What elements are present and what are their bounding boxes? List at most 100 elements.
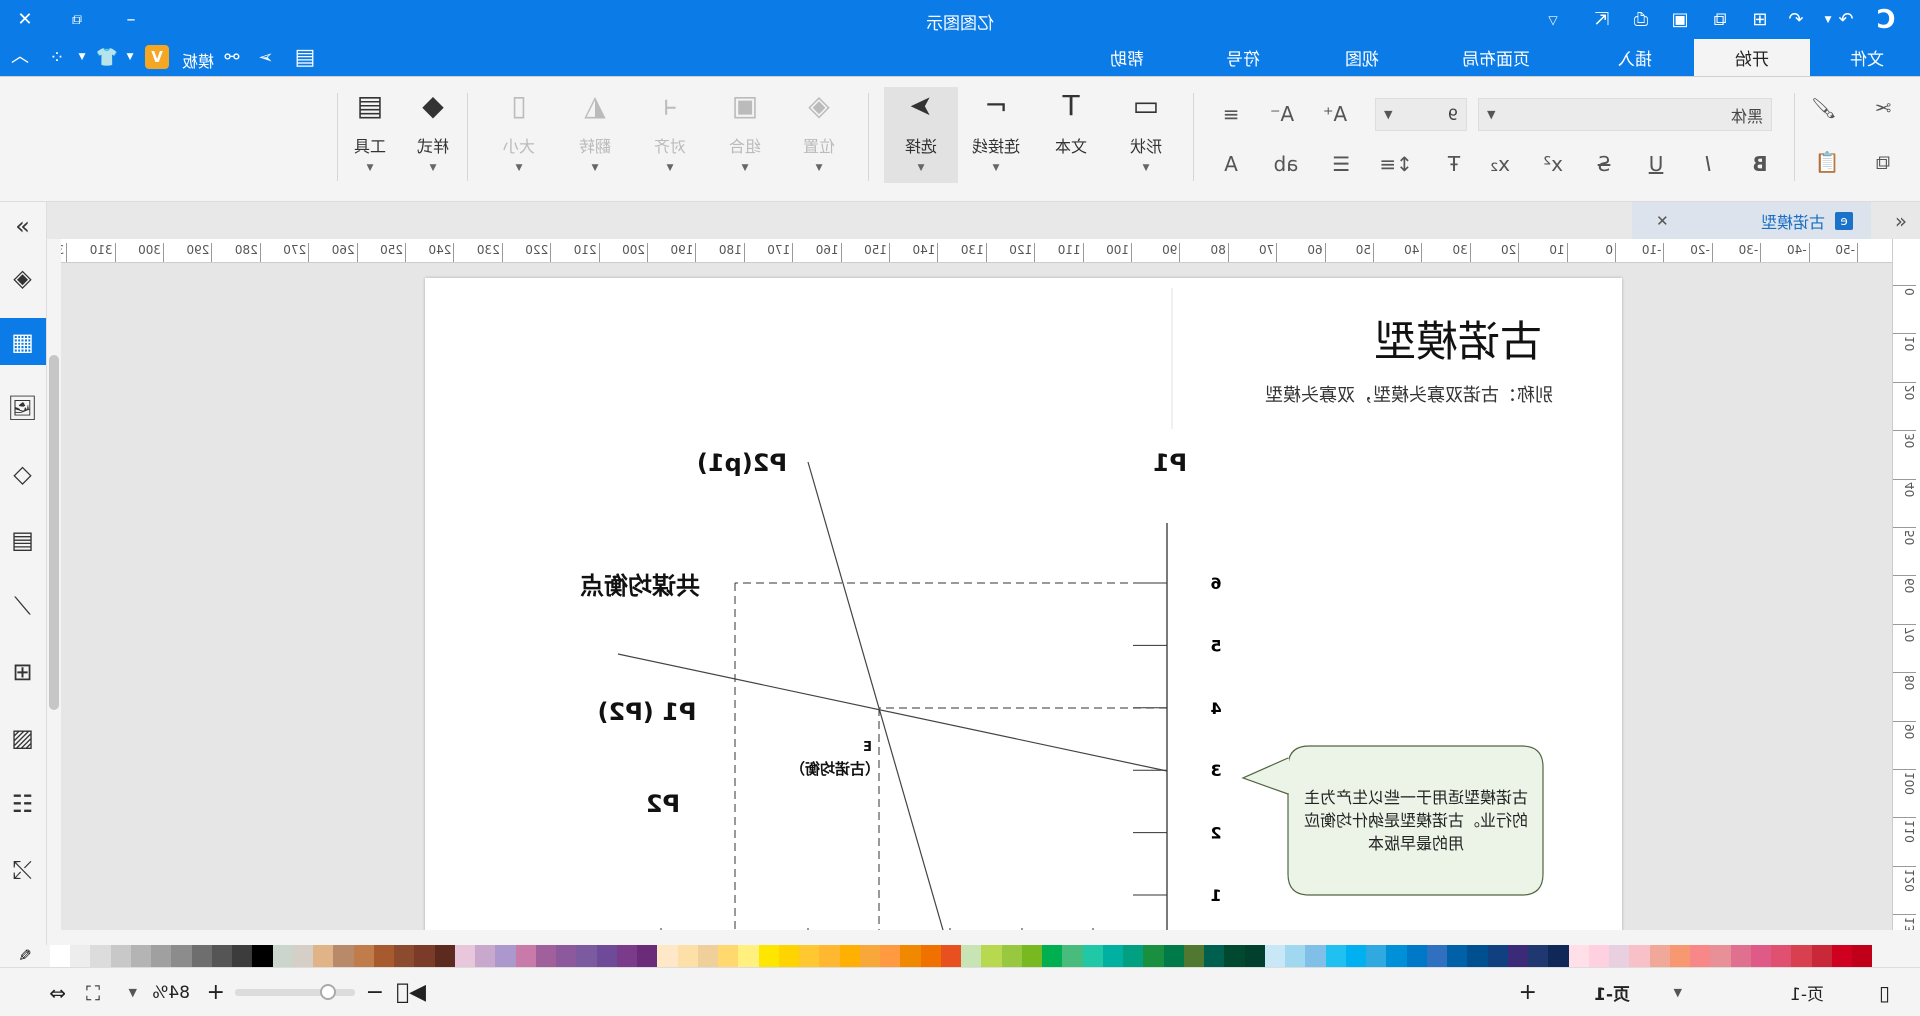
color-swatch[interactable] [1265, 945, 1286, 967]
color-swatch[interactable] [920, 945, 941, 967]
open-icon[interactable]: ⧉ [1708, 8, 1732, 32]
color-swatch[interactable] [495, 945, 516, 967]
zoom-in-button[interactable]: + [207, 968, 225, 1016]
color-swatch[interactable] [515, 945, 536, 967]
new-icon[interactable]: ⊞ [1748, 8, 1772, 32]
template-label[interactable]: 模板 [182, 48, 214, 72]
color-swatch[interactable] [171, 945, 192, 967]
color-swatch[interactable] [617, 945, 638, 967]
color-swatch[interactable] [1042, 945, 1063, 967]
restore-button[interactable]: ⧉ [65, 8, 89, 32]
font-family-select[interactable]: 黑体 ▼ [1478, 98, 1772, 131]
doc-tab[interactable]: e 古诺模型 ✕ [1632, 202, 1871, 239]
color-swatch[interactable] [1244, 945, 1265, 967]
position-button[interactable]: ◈ 位置 ▼ [784, 87, 854, 183]
color-swatch[interactable] [1447, 945, 1468, 967]
share-icon[interactable]: ⚯ [219, 45, 245, 71]
color-swatch[interactable] [819, 945, 840, 967]
page-tab[interactable]: 页-1 [1594, 968, 1630, 1016]
color-swatch[interactable] [374, 945, 395, 967]
color-swatch[interactable] [941, 945, 962, 967]
connector-button[interactable]: ⌐ 连接线 ▼ [961, 87, 1031, 183]
color-swatch[interactable] [536, 945, 557, 967]
color-swatch[interactable] [131, 945, 152, 967]
vertical-scrollbar[interactable] [49, 355, 59, 710]
vip-badge-icon[interactable]: V [145, 45, 169, 69]
color-swatch[interactable] [1285, 945, 1306, 967]
text-button[interactable]: T 文本 [1036, 87, 1106, 183]
tab-symbols[interactable]: 符号 [1208, 39, 1278, 76]
save-icon[interactable]: ▣ [1668, 8, 1692, 32]
zoom-dropdown-icon[interactable]: ▼ [129, 968, 137, 1016]
color-swatch[interactable] [1487, 945, 1508, 967]
color-swatch[interactable] [1022, 945, 1043, 967]
highlight-icon[interactable]: ab [1269, 149, 1303, 179]
zoom-level[interactable]: 84% [152, 968, 190, 1016]
underline-icon[interactable]: U [1639, 149, 1673, 179]
color-swatch[interactable] [1082, 945, 1103, 967]
expand-panel-icon[interactable]: » [0, 202, 46, 249]
chart-icon[interactable]: ⟋ [0, 582, 46, 629]
play-icon[interactable]: ▶⃝ [396, 968, 426, 1016]
superscript-icon[interactable]: x² [1536, 149, 1570, 179]
color-swatch[interactable] [556, 945, 577, 967]
color-swatch[interactable] [1548, 945, 1569, 967]
color-swatch[interactable] [1184, 945, 1205, 967]
color-swatch[interactable] [1811, 945, 1832, 967]
color-swatch[interactable] [1629, 945, 1650, 967]
fit-page-icon[interactable]: ⇔ [49, 968, 66, 1016]
add-page-button[interactable]: + [1519, 968, 1537, 1016]
font-size-select[interactable]: 9 ▼ [1375, 98, 1467, 131]
color-swatch[interactable] [110, 945, 131, 967]
export-icon[interactable]: ⇱ [1590, 8, 1614, 32]
canvas[interactable]: 古诺模型 别称：古诺双寡头模型，双寡头模型 654321 P1 P2(p1) 共… [61, 263, 1892, 930]
page-icon[interactable]: ▤ [0, 516, 46, 563]
color-swatch[interactable] [1832, 945, 1853, 967]
color-swatch[interactable] [1123, 945, 1144, 967]
color-swatch[interactable] [860, 945, 881, 967]
color-swatch[interactable] [981, 945, 1002, 967]
color-swatch[interactable] [1305, 945, 1326, 967]
color-swatch[interactable] [333, 945, 354, 967]
more-dropdown-icon[interactable]: ▽ [1541, 8, 1565, 32]
color-swatch[interactable] [1852, 945, 1873, 967]
color-swatch[interactable] [394, 945, 415, 967]
color-swatch[interactable] [596, 945, 617, 967]
minimize-button[interactable]: – [119, 8, 143, 32]
table-icon[interactable]: ⊞ [0, 648, 46, 695]
color-swatch[interactable] [414, 945, 435, 967]
theme-shirt-icon[interactable]: 👕 [94, 45, 120, 71]
italic-icon[interactable]: I [1691, 149, 1725, 179]
theme-dropdown-icon[interactable]: ▼ [124, 45, 136, 69]
color-swatch[interactable] [758, 945, 779, 967]
color-swatch[interactable] [1791, 945, 1812, 967]
fill-bucket-icon[interactable]: ◈ [0, 254, 46, 301]
color-swatch[interactable] [576, 945, 597, 967]
eyedropper-icon[interactable]: ✎ [10, 945, 40, 967]
color-swatch[interactable] [475, 945, 496, 967]
color-swatch[interactable] [212, 945, 233, 967]
color-swatch[interactable] [1589, 945, 1610, 967]
color-swatch[interactable] [961, 945, 982, 967]
apps-dropdown-icon[interactable]: ▼ [76, 45, 88, 69]
collapse-panel-icon[interactable]: « [1888, 208, 1914, 234]
color-swatch[interactable] [293, 945, 314, 967]
color-swatch[interactable] [1406, 945, 1427, 967]
image-icon[interactable]: 🖼 [0, 384, 46, 431]
color-swatch[interactable] [738, 945, 759, 967]
zoom-slider-knob[interactable] [320, 984, 336, 1000]
color-swatch[interactable] [151, 945, 172, 967]
color-swatch[interactable] [799, 945, 820, 967]
color-swatch[interactable] [1751, 945, 1772, 967]
tools-button[interactable]: ▤ 工具 ▼ [338, 87, 402, 183]
size-button[interactable]: ▯ 大小 ▼ [484, 87, 554, 183]
color-swatch[interactable] [90, 945, 111, 967]
color-swatch[interactable] [455, 945, 476, 967]
comment-icon[interactable]: ▤ [290, 45, 320, 71]
color-swatch[interactable] [50, 945, 71, 967]
color-swatch[interactable] [677, 945, 698, 967]
color-swatch[interactable] [1325, 945, 1346, 967]
color-swatch[interactable] [70, 945, 91, 967]
color-swatch[interactable] [1366, 945, 1387, 967]
style-button[interactable]: ◆ 样式 ▼ [401, 87, 465, 183]
